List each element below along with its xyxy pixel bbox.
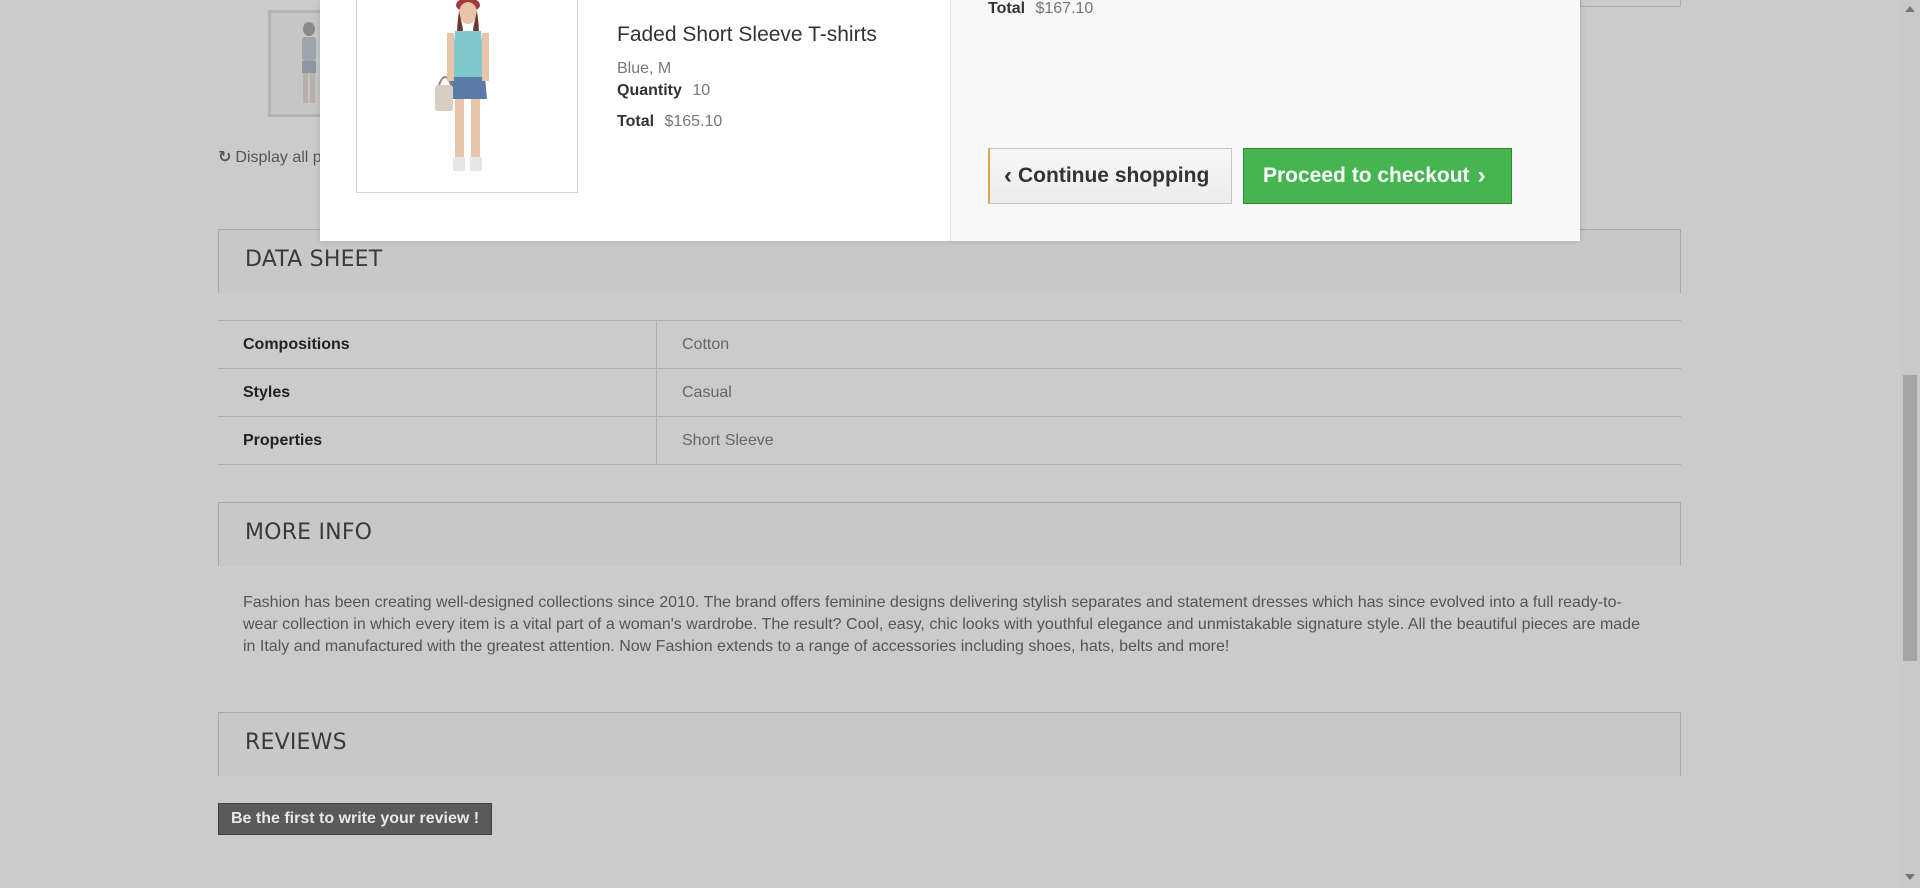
product-total-value: $165.10	[664, 113, 723, 130]
reviews-header: REVIEWS	[218, 712, 1681, 776]
refresh-icon: ↻	[218, 149, 232, 166]
table-row: Properties Short Sleeve	[218, 416, 1681, 465]
chevron-left-icon: ‹	[1004, 162, 1012, 189]
product-name: Faded Short Sleeve T-shirts	[617, 23, 877, 46]
quantity-value: 10	[692, 82, 711, 99]
data-sheet-title: DATA SHEET	[245, 247, 383, 272]
more-info-text: Fashion has been creating well-designed …	[243, 594, 1640, 655]
chevron-right-icon: ›	[1477, 162, 1486, 189]
divider	[1580, 0, 1681, 7]
page-scrollbar[interactable]	[1900, 0, 1920, 888]
modal-product-panel: Faded Short Sleeve T-shirts Blue, M Quan…	[320, 0, 951, 241]
more-info-title: MORE INFO	[245, 520, 373, 545]
scroll-down-icon[interactable]	[1905, 874, 1915, 880]
reviews-title: REVIEWS	[245, 730, 347, 755]
data-sheet-value: Cotton	[656, 320, 1681, 369]
modal-cart-panel: Total $167.10 ‹ Continue shopping Procee…	[951, 0, 1580, 241]
continue-shopping-button[interactable]: ‹ Continue shopping	[988, 148, 1232, 204]
product-image	[356, 0, 578, 193]
cart-total-label: Total	[988, 0, 1026, 17]
scrollbar-thumb[interactable]	[1903, 375, 1917, 661]
table-row: Styles Casual	[218, 368, 1681, 417]
proceed-to-checkout-label: Proceed to checkout	[1263, 164, 1470, 187]
product-quantity: Quantity 10	[617, 82, 710, 100]
model-figure-icon	[435, 0, 489, 171]
data-sheet-key: Styles	[218, 368, 657, 417]
proceed-to-checkout-button[interactable]: Proceed to checkout ›	[1243, 148, 1512, 204]
cart-total-value: $167.10	[1035, 0, 1094, 17]
data-sheet-key: Properties	[218, 416, 657, 465]
data-sheet-table: Compositions Cotton Styles Casual Proper…	[218, 320, 1681, 465]
more-info-header: MORE INFO	[218, 502, 1681, 566]
product-total: Total $165.10	[617, 113, 722, 131]
cart-total: Total $167.10	[988, 0, 1093, 18]
data-sheet-value: Casual	[656, 368, 1681, 417]
display-all-pictures-link[interactable]: ↻ Display all p	[218, 147, 322, 167]
product-total-label: Total	[617, 113, 655, 130]
display-all-label: Display all p	[235, 149, 322, 166]
write-review-button[interactable]: Be the first to write your review !	[218, 803, 493, 835]
continue-shopping-label: Continue shopping	[1018, 164, 1210, 187]
scroll-up-icon[interactable]	[1905, 6, 1915, 12]
product-attributes: Blue, M	[617, 60, 672, 77]
data-sheet-key: Compositions	[218, 320, 657, 369]
quantity-label: Quantity	[617, 82, 682, 99]
data-sheet-value: Short Sleeve	[656, 416, 1681, 465]
table-row: Compositions Cotton	[218, 320, 1681, 369]
product-page: ↻ Display all p DATA SHEET Compositions C…	[0, 0, 1900, 888]
add-to-cart-modal: Faded Short Sleeve T-shirts Blue, M Quan…	[320, 0, 1580, 241]
